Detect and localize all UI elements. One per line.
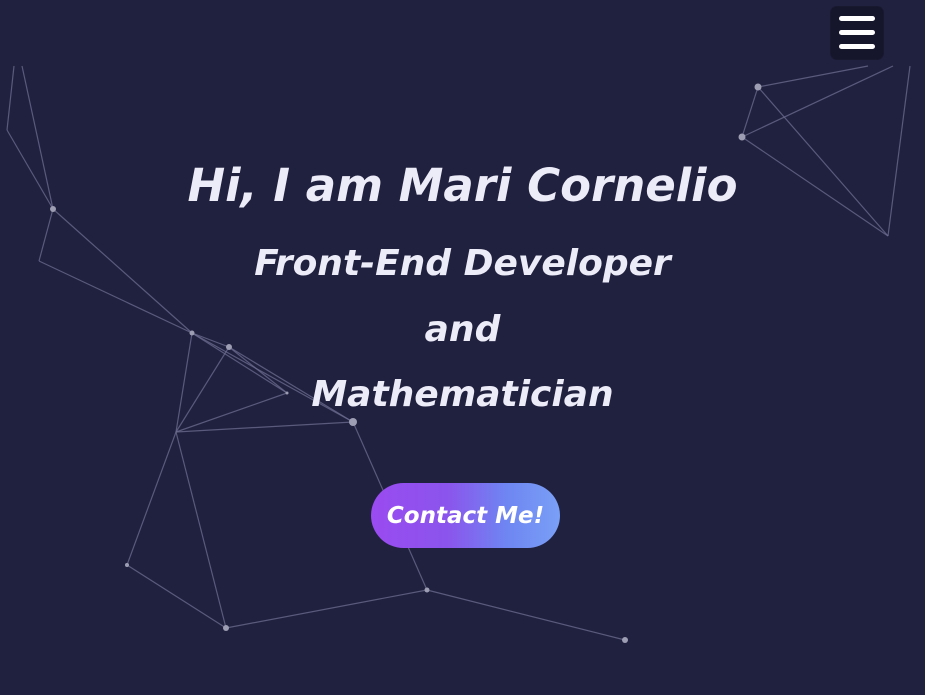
role-mathematician: Mathematician [311,374,614,415]
contact-me-button[interactable]: Contact Me! [371,483,560,548]
role-conjunction: and [424,309,501,350]
role-front-end-developer: Front-End Developer [254,243,671,284]
hamburger-menu-icon [839,16,875,21]
hamburger-menu-icon-bar [839,30,875,35]
hero-section: Hi, I am Mari Cornelio Front-End Develop… [0,0,925,695]
hamburger-menu-icon-bar [839,44,875,49]
greeting-heading: Hi, I am Mari Cornelio [187,159,738,212]
hamburger-menu-button[interactable] [831,7,883,59]
